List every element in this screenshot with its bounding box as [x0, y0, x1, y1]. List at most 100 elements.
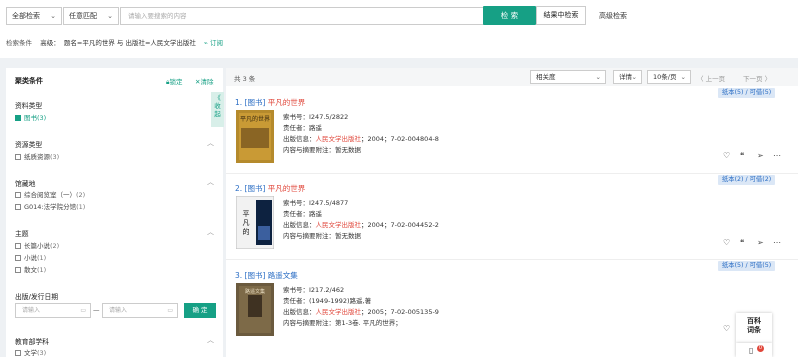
- checkbox-checked-icon[interactable]: [15, 115, 21, 121]
- quote-icon[interactable]: ❝: [740, 151, 744, 160]
- collapse-arrow-icon: 《: [214, 94, 221, 102]
- lock-button[interactable]: 🔒︎锁定: [166, 76, 182, 87]
- checkbox-icon[interactable]: [15, 267, 21, 273]
- chevron-down-icon: ⌄: [107, 12, 113, 20]
- next-page-button[interactable]: 下一页 〉: [743, 73, 771, 83]
- holdings-badge[interactable]: 纸本(2) / 可借(2): [718, 175, 776, 185]
- publication-field: 出版信息：人民文学出版社；2004；7-02-004804-8: [283, 133, 439, 143]
- chevron-up-icon[interactable]: ︿: [207, 335, 214, 345]
- date-to-placeholder: 请输入: [109, 307, 128, 314]
- notification-button[interactable]: ▯ 0: [736, 343, 772, 357]
- facet-title: 聚类条件: [15, 77, 43, 85]
- holdings-badge[interactable]: 纸本(5) / 可借(5): [718, 261, 776, 271]
- chevron-up-icon[interactable]: ︿: [207, 177, 214, 187]
- sort-select[interactable]: 相关度 ⌄: [530, 70, 606, 84]
- abstract-field: 内容与摘要附注：暂无数据: [283, 230, 361, 240]
- facet-item[interactable]: 纸质资源(3): [15, 151, 59, 161]
- clear-button[interactable]: ✕清除: [195, 76, 213, 86]
- facet-item[interactable]: 综合阅览室（一）(2): [15, 189, 85, 199]
- checkbox-icon[interactable]: [15, 243, 21, 249]
- send-icon[interactable]: ➢: [757, 238, 764, 247]
- view-value: 详情: [619, 73, 632, 81]
- more-icon[interactable]: ⋯: [773, 151, 781, 160]
- record-title[interactable]: 2. [图书] 平凡的世界: [235, 183, 305, 194]
- author-label: 责任者：: [283, 297, 309, 305]
- record-title[interactable]: 1. [图书] 平凡的世界: [235, 97, 305, 108]
- more-icon[interactable]: ⋯: [773, 238, 781, 247]
- search-input[interactable]: 请输入要搜索的内容: [120, 7, 484, 25]
- facet-group-resource-type: 资源类型: [15, 141, 43, 149]
- author-value: 路遥: [309, 124, 322, 132]
- scope-select[interactable]: 全部检索 ⌄: [6, 7, 62, 25]
- record-title-text: 路遥文集: [267, 271, 298, 280]
- checkbox-icon[interactable]: [15, 255, 21, 261]
- facet-item[interactable]: 图书(3): [15, 112, 46, 122]
- heart-icon[interactable]: ♡: [723, 238, 730, 247]
- book-cover-image[interactable]: 路遥文集: [236, 283, 274, 336]
- advanced-search-link[interactable]: 高级检索: [599, 11, 627, 21]
- encyclopedia-button[interactable]: 百科 词条: [736, 313, 772, 343]
- facet-item-count: (3): [37, 114, 47, 122]
- quote-icon[interactable]: ❝: [740, 238, 744, 247]
- send-icon[interactable]: ➢: [757, 151, 764, 160]
- facet-item[interactable]: G014:法学院分馆(1): [15, 201, 85, 211]
- date-from-input[interactable]: 请输入 ▭: [15, 303, 91, 318]
- encyclopedia-label-2: 词条: [747, 326, 761, 334]
- facet-item-label: 长篇小说: [24, 242, 50, 250]
- collapse-button[interactable]: 《 收 起: [211, 92, 224, 127]
- record-title-text: 平凡的世界: [267, 184, 306, 193]
- chevron-up-icon[interactable]: ︿: [207, 227, 214, 237]
- date-confirm-button[interactable]: 确 定: [184, 303, 216, 318]
- holdings-badge[interactable]: 纸本(5) / 可借(5): [718, 88, 776, 98]
- book-cover-image[interactable]: 平凡的世界: [236, 110, 274, 163]
- facet-item[interactable]: 小说(1): [15, 252, 46, 262]
- date-to-input[interactable]: 请输入 ▭: [102, 303, 178, 318]
- search-conditions: 检索条件 高级： 题名=平凡的世界 与 出版社=人民文学出版社: [6, 37, 196, 47]
- facet-item[interactable]: 文学(3): [15, 347, 46, 357]
- heart-icon[interactable]: ♡: [723, 324, 730, 333]
- checkbox-icon[interactable]: [15, 154, 21, 160]
- subscribe-label: 订阅: [210, 39, 223, 47]
- abstract-value: 暂无数据: [335, 232, 361, 240]
- heart-icon[interactable]: ♡: [723, 151, 730, 160]
- facet-item[interactable]: 长篇小说(2): [15, 240, 59, 250]
- page-size-select[interactable]: 10条/页 ⌄: [647, 70, 691, 84]
- record-number: 1.: [235, 98, 243, 107]
- publisher-link[interactable]: 人民文学出版社: [316, 135, 362, 143]
- publisher-link[interactable]: 人民文学出版社: [316, 221, 362, 229]
- publication-field: 出版信息：人民文学出版社；2005；7-02-005135-9: [283, 306, 439, 316]
- facet-item-count: (1): [76, 203, 86, 211]
- author-value: 路遥: [309, 210, 322, 218]
- svg-text:平: 平: [243, 210, 250, 218]
- search-in-results-button[interactable]: 结果中检索: [536, 6, 586, 25]
- record-title[interactable]: 3. [图书] 路遥文集: [235, 270, 298, 281]
- facet-group-subject: 主题: [15, 230, 29, 238]
- subscribe-link[interactable]: ⌁ 订阅: [204, 37, 223, 47]
- svg-text:凡: 凡: [243, 219, 250, 227]
- calendar-icon: ▭: [80, 307, 86, 314]
- publisher-link[interactable]: 人民文学出版社: [316, 308, 362, 316]
- call-number-field: 索书号：I247.5/4877: [283, 197, 348, 207]
- facet-item-count: (3): [37, 349, 47, 357]
- checkbox-icon[interactable]: [15, 192, 21, 198]
- abstract-field: 内容与摘要附注：第1-3卷. 平凡的世界；: [283, 317, 402, 327]
- author-value: (1949-1992)路遥,著: [309, 297, 372, 305]
- conditions-mode: 高级：: [40, 39, 60, 47]
- call-number-field: 索书号：I217.2/462: [283, 284, 344, 294]
- search-button[interactable]: 检 索: [483, 6, 536, 25]
- author-field: 责任者：(1949-1992)路遥,著: [283, 295, 371, 305]
- chevron-up-icon[interactable]: ︿: [207, 138, 214, 148]
- publication-label: 出版信息：: [283, 135, 316, 143]
- book-cover-image[interactable]: 平凡的: [235, 195, 275, 250]
- collapse-label-2: 起: [214, 110, 221, 118]
- checkbox-icon[interactable]: [15, 204, 21, 210]
- checkbox-icon[interactable]: [15, 350, 21, 356]
- facet-item-label: 综合阅览室（一）: [24, 191, 76, 199]
- match-select[interactable]: 任意匹配 ⌄: [63, 7, 119, 25]
- prev-page-button[interactable]: 〈 上一页: [697, 73, 725, 83]
- record-divider: [226, 173, 798, 174]
- facet-item-label: G014:法学院分馆: [24, 203, 77, 211]
- facet-item[interactable]: 散文(1): [15, 264, 46, 274]
- view-select[interactable]: 详情 ⌄: [613, 70, 642, 84]
- collapse-label-1: 收: [214, 102, 221, 110]
